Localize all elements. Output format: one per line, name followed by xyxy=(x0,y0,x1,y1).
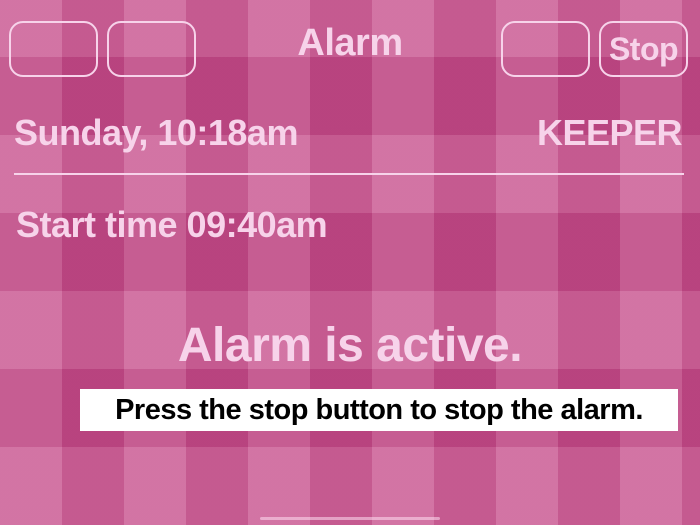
empty-button-right[interactable] xyxy=(501,21,590,77)
home-indicator[interactable] xyxy=(260,517,440,520)
mode-label: KEEPER xyxy=(536,112,683,153)
instruction-banner: Press the stop button to stop the alarm. xyxy=(80,389,678,431)
current-day-time: Sunday, 10:18am xyxy=(14,112,298,153)
page-title: Alarm xyxy=(297,22,403,64)
start-time-label: Start time 09:40am xyxy=(16,204,328,245)
stop-button[interactable]: Stop xyxy=(599,21,688,77)
alarm-active-message: Alarm is active. xyxy=(177,319,523,372)
divider xyxy=(14,173,684,175)
